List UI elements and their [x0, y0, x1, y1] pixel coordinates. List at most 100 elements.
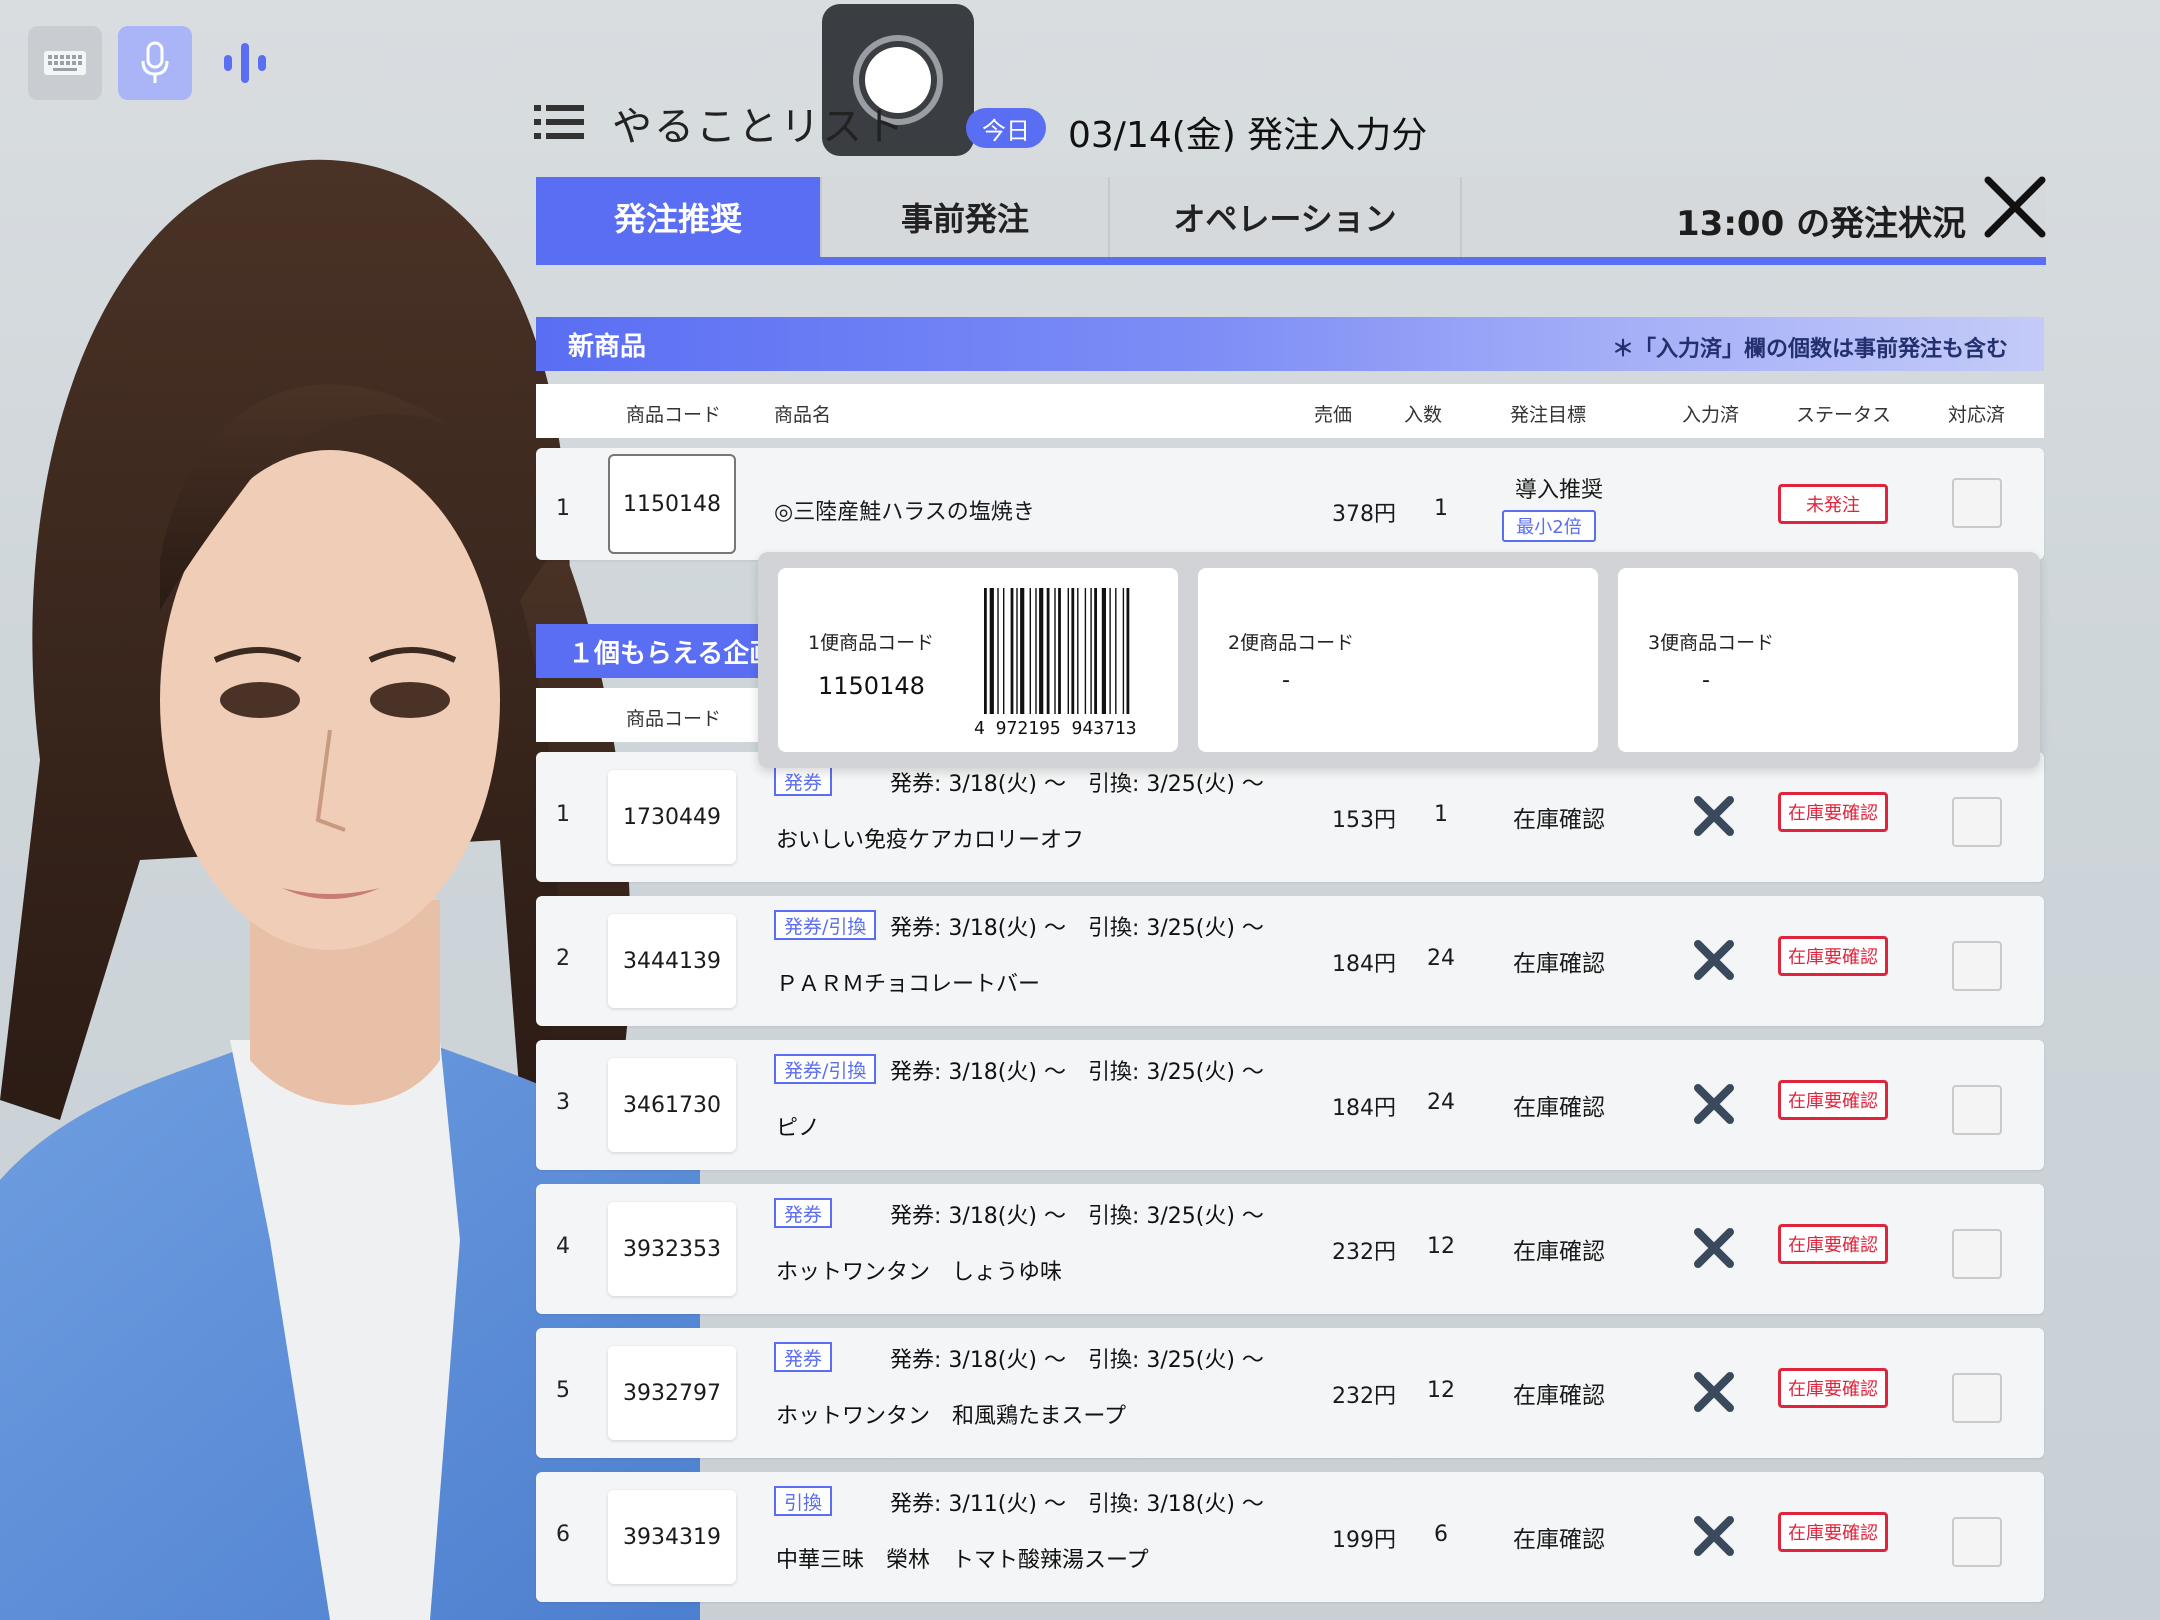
product-code[interactable]: 1150148	[608, 454, 736, 554]
microphone-button[interactable]	[118, 26, 192, 100]
price: 232円	[1332, 1384, 1396, 1409]
table-row[interactable]: 6 3934319 引換 発券: 3/11(火) 〜 引換: 3/18(火) 〜…	[536, 1472, 2044, 1602]
status-badge: 在庫要確認	[1778, 936, 1888, 976]
date-label: 03/14(金) 発注入力分	[1068, 115, 1428, 156]
done-checkbox[interactable]	[1952, 1517, 2002, 1567]
status-badge: 在庫要確認	[1778, 1512, 1888, 1552]
campaign-period: 発券: 3/18(火) 〜 引換: 3/25(火) 〜	[890, 1204, 1264, 1229]
quantity: 24	[1427, 1090, 1455, 1115]
campaign-tag: 発券/引換	[774, 1054, 877, 1084]
status-badge: 在庫要確認	[1778, 792, 1888, 832]
table-row[interactable]: 1 1150148 ◎三陸産鮭ハラスの塩焼き 378円 1 導入推奨 最小2倍 …	[536, 448, 2044, 560]
table-header: 商品コード	[536, 688, 766, 742]
col-status: ステータス	[1796, 404, 1892, 426]
order-target: 在庫確認	[1513, 1239, 1605, 1265]
status-badge: 未発注	[1778, 484, 1888, 524]
audio-wave-button[interactable]	[215, 26, 275, 100]
status-badge: 在庫要確認	[1778, 1224, 1888, 1264]
quantity: 6	[1434, 1522, 1448, 1547]
x-mark-icon	[1694, 1228, 1734, 1268]
quantity: 12	[1427, 1378, 1455, 1403]
product-name: ◎三陸産鮭ハラスの塩焼き	[774, 500, 1035, 525]
status-badge: 在庫要確認	[1778, 1368, 1888, 1408]
today-badge: 今日	[966, 108, 1046, 148]
price: 184円	[1332, 952, 1396, 977]
order-target: 在庫確認	[1513, 1527, 1605, 1553]
row-number: 3	[556, 1090, 570, 1115]
product-name: ホットワンタン 和風鶏たまスープ	[776, 1404, 1127, 1429]
col-price: 売価	[1314, 404, 1353, 426]
product-name: 中華三昧 榮林 トマト酸辣湯スープ	[776, 1548, 1149, 1573]
col-target: 発注目標	[1510, 404, 1587, 426]
row-number: 6	[556, 1522, 570, 1547]
done-checkbox[interactable]	[1952, 478, 2002, 528]
col-code: 商品コード	[626, 404, 722, 426]
order-target: 在庫確認	[1513, 1383, 1605, 1409]
price: 232円	[1332, 1240, 1396, 1265]
row-number: 5	[556, 1378, 570, 1403]
product-name: ピノ	[776, 1116, 821, 1141]
x-mark-icon	[1694, 940, 1734, 980]
price: 378円	[1332, 502, 1396, 527]
done-checkbox[interactable]	[1952, 1373, 2002, 1423]
product-name: ＰＡＲＭチョコレートバー	[776, 972, 1041, 997]
order-target: 在庫確認	[1513, 951, 1605, 977]
tab-operation[interactable]: オペレーション	[1110, 177, 1462, 257]
quantity: 1	[1434, 802, 1448, 827]
col-code: 商品コード	[626, 708, 722, 730]
done-checkbox[interactable]	[1952, 941, 2002, 991]
x-mark-icon	[1694, 1516, 1734, 1556]
table-row[interactable]: 2 3444139 発券/引換 発券: 3/18(火) 〜 引換: 3/25(火…	[536, 896, 2044, 1026]
product-name: ホットワンタン しょうゆ味	[776, 1260, 1063, 1285]
campaign-tag: 発券	[774, 1198, 833, 1228]
done-checkbox[interactable]	[1952, 1229, 2002, 1279]
campaign-period: 発券: 3/11(火) 〜 引換: 3/18(火) 〜	[890, 1492, 1264, 1517]
code-card-value: -	[1282, 668, 1290, 693]
keyboard-icon	[44, 51, 86, 75]
order-target: 在庫確認	[1513, 807, 1605, 833]
section-campaign: １個もらえる企画	[536, 624, 766, 678]
order-target: 在庫確認	[1513, 1095, 1605, 1121]
row-number: 2	[556, 946, 570, 971]
section-note: ＊「入力済」欄の個数は事前発注も含む	[1611, 337, 2008, 362]
done-checkbox[interactable]	[1952, 1085, 2002, 1135]
campaign-tag: 発券	[774, 766, 833, 796]
table-row[interactable]: 3 3461730 発券/引換 発券: 3/18(火) 〜 引換: 3/25(火…	[536, 1040, 2044, 1170]
section-new-products: 新商品 ＊「入力済」欄の個数は事前発注も含む	[536, 317, 2044, 371]
page-title: やることリスト	[612, 104, 906, 150]
section-title: １個もらえる企画	[568, 638, 766, 669]
table-row[interactable]: 5 3932797 発券 発券: 3/18(火) 〜 引換: 3/25(火) 〜…	[536, 1328, 2044, 1458]
product-code[interactable]: 1730449	[608, 770, 736, 864]
code-card-value: -	[1702, 668, 1710, 693]
table-row[interactable]: 1 1730449 発券 発券: 3/18(火) 〜 引換: 3/25(火) 〜…	[536, 752, 2044, 882]
code-card-3: 3便商品コード -	[1618, 568, 2018, 752]
campaign-period: 発券: 3/18(火) 〜 引換: 3/25(火) 〜	[890, 772, 1264, 797]
product-code[interactable]: 3932353	[608, 1202, 736, 1296]
campaign-tag: 発券	[774, 1342, 833, 1372]
keyboard-button[interactable]	[28, 26, 102, 100]
col-done: 対応済	[1948, 404, 2006, 426]
campaign-tag: 引換	[774, 1486, 833, 1516]
x-mark-icon	[1694, 1084, 1734, 1124]
menu-icon[interactable]	[534, 103, 584, 141]
done-checkbox[interactable]	[1952, 797, 2002, 847]
tab-order-recommend[interactable]: 発注推奨	[536, 177, 822, 257]
product-name: おいしい免疫ケアカロリーオフ	[776, 828, 1085, 853]
product-code[interactable]: 3932797	[608, 1346, 736, 1440]
price: 184円	[1332, 1096, 1396, 1121]
order-status-label: 13:00 の発注状況	[1676, 204, 1967, 244]
product-code[interactable]: 3444139	[608, 914, 736, 1008]
quantity: 12	[1427, 1234, 1455, 1259]
table-row[interactable]: 4 3932353 発券 発券: 3/18(火) 〜 引換: 3/25(火) 〜…	[536, 1184, 2044, 1314]
campaign-period: 発券: 3/18(火) 〜 引換: 3/25(火) 〜	[890, 916, 1264, 941]
campaign-tag: 発券/引換	[774, 910, 877, 940]
price: 199円	[1332, 1528, 1396, 1553]
col-entered: 入力済	[1682, 404, 1740, 426]
tab-pre-order[interactable]: 事前発注	[822, 177, 1110, 257]
product-code[interactable]: 3934319	[608, 1490, 736, 1584]
close-icon[interactable]	[1982, 174, 2048, 240]
product-code[interactable]: 3461730	[608, 1058, 736, 1152]
status-badge: 在庫要確認	[1778, 1080, 1888, 1120]
audio-wave-icon	[224, 43, 266, 83]
section-title: 新商品	[568, 331, 647, 362]
